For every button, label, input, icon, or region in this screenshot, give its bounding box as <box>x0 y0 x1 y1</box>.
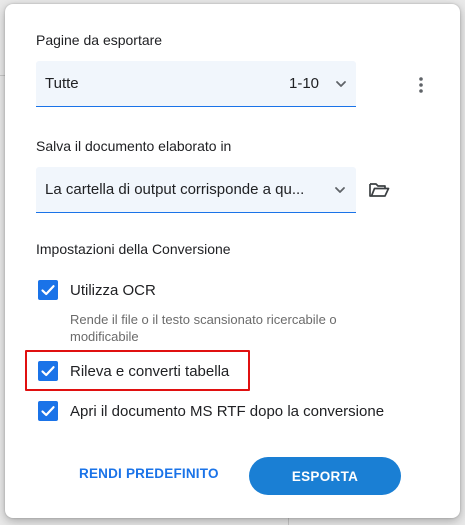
ocr-checkbox[interactable] <box>38 280 58 300</box>
folder-open-icon[interactable] <box>368 180 390 200</box>
chevron-down-icon <box>336 81 346 87</box>
ocr-checkbox-label[interactable]: Utilizza OCR <box>70 282 156 299</box>
pages-select[interactable]: Tutte 1-10 <box>36 61 356 107</box>
detect-tables-checkbox-label[interactable]: Rileva e converti tabella <box>70 363 229 380</box>
output-folder-value: La cartella di output corrisponde a qu..… <box>45 181 305 198</box>
open-rtf-checkbox-label[interactable]: Apri il documento MS RTF dopo la convers… <box>70 403 384 420</box>
more-vert-icon[interactable] <box>411 73 431 97</box>
set-default-button[interactable]: RENDI PREDEFINITO <box>79 466 219 481</box>
check-icon <box>41 366 55 377</box>
detect-tables-checkbox[interactable] <box>38 361 58 381</box>
open-rtf-checkbox[interactable] <box>38 401 58 421</box>
pages-select-value: Tutte <box>45 75 79 92</box>
output-folder-select[interactable]: La cartella di output corrisponde a qu..… <box>36 167 356 213</box>
pages-range-value: 1-10 <box>289 75 320 92</box>
ocr-description: Rende il file o il testo scansionato ric… <box>70 312 337 344</box>
chevron-down-icon <box>335 187 345 193</box>
export-button[interactable]: ESPORTA <box>249 457 401 495</box>
export-dialog: Pagine da esportare Tutte 1-10 Salva il … <box>5 4 460 518</box>
check-icon <box>41 285 55 296</box>
conversion-section-title: Impostazioni della Conversione <box>36 241 231 257</box>
check-icon <box>41 406 55 417</box>
pages-section-title: Pagine da esportare <box>36 32 163 48</box>
save-section-title: Salva il documento elaborato in <box>36 138 232 154</box>
